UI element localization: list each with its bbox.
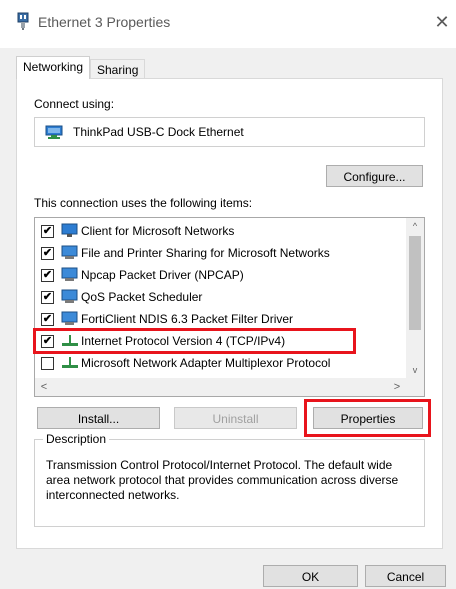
connect-using-label: Connect using:	[34, 97, 115, 111]
item-label: FortiClient NDIS 6.3 Packet Filter Drive…	[81, 312, 294, 326]
item-checkbox[interactable]: ✔	[41, 247, 54, 260]
uninstall-button[interactable]: Uninstall	[174, 407, 297, 429]
protocol-icon	[61, 355, 79, 370]
network-service-icon	[61, 311, 79, 326]
network-adapter-icon	[45, 125, 63, 143]
scroll-up-button[interactable]: ^	[406, 218, 424, 234]
item-label: Npcap Packet Driver (NPCAP)	[81, 268, 244, 282]
cancel-button[interactable]: Cancel	[365, 565, 446, 587]
close-button[interactable]: ✕	[432, 10, 452, 34]
item-label: Client for Microsoft Networks	[81, 224, 235, 238]
scroll-right-button[interactable]: >	[388, 378, 406, 396]
items-list[interactable]: ✔ Client for Microsoft Networks ✔ File a…	[34, 217, 425, 397]
list-item[interactable]: ✔ QoS Packet Scheduler	[35, 286, 411, 308]
item-label: QoS Packet Scheduler	[81, 290, 203, 304]
item-label: File and Printer Sharing for Microsoft N…	[81, 246, 330, 260]
description-text: Transmission Control Protocol/Internet P…	[46, 458, 399, 502]
items-label: This connection uses the following items…	[34, 196, 253, 210]
item-checkbox[interactable]	[41, 357, 54, 370]
tab-networking[interactable]: Networking	[16, 56, 91, 79]
description-legend: Description	[43, 432, 110, 446]
scroll-down-button[interactable]: v	[406, 362, 424, 378]
networking-panel: Connect using: ThinkPad USB-C Dock Ether…	[16, 78, 443, 549]
list-item[interactable]: ✔ FortiClient NDIS 6.3 Packet Filter Dri…	[35, 308, 411, 330]
vertical-scrollbar[interactable]: ^ v	[406, 218, 424, 378]
tab-sharing[interactable]: Sharing	[90, 59, 146, 80]
item-checkbox[interactable]: ✔	[41, 269, 54, 282]
description-group: Description Transmission Control Protoco…	[34, 432, 425, 527]
item-checkbox[interactable]: ✔	[41, 225, 54, 238]
configure-button[interactable]: Configure...	[326, 165, 423, 187]
list-item[interactable]: ✔ Npcap Packet Driver (NPCAP)	[35, 264, 411, 286]
list-item[interactable]: ✔ Client for Microsoft Networks	[35, 220, 411, 242]
item-checkbox[interactable]: ✔	[41, 313, 54, 326]
list-item[interactable]: ✔ File and Printer Sharing for Microsoft…	[35, 242, 411, 264]
item-label: Microsoft Network Adapter Multiplexor Pr…	[81, 356, 331, 370]
window-title: Ethernet 3 Properties	[38, 14, 171, 30]
list-item[interactable]: Microsoft Network Adapter Multiplexor Pr…	[35, 352, 411, 374]
network-client-icon	[61, 223, 79, 238]
network-service-icon	[61, 267, 79, 282]
horizontal-scrollbar[interactable]: < >	[35, 378, 424, 396]
properties-highlight	[304, 399, 431, 437]
install-button[interactable]: Install...	[37, 407, 160, 429]
item-checkbox[interactable]: ✔	[41, 291, 54, 304]
network-adapter-icon	[16, 12, 30, 33]
title-bar: Ethernet 3 Properties ✕	[0, 0, 456, 48]
scroll-left-button[interactable]: <	[35, 378, 53, 396]
adapter-box: ThinkPad USB-C Dock Ethernet	[34, 117, 425, 147]
ok-button[interactable]: OK	[263, 565, 358, 587]
scroll-thumb[interactable]	[409, 236, 421, 330]
adapter-name: ThinkPad USB-C Dock Ethernet	[73, 125, 244, 139]
scrollbar-corner	[406, 378, 424, 396]
network-service-icon	[61, 245, 79, 260]
ipv4-highlight	[33, 328, 356, 354]
network-service-icon	[61, 289, 79, 304]
